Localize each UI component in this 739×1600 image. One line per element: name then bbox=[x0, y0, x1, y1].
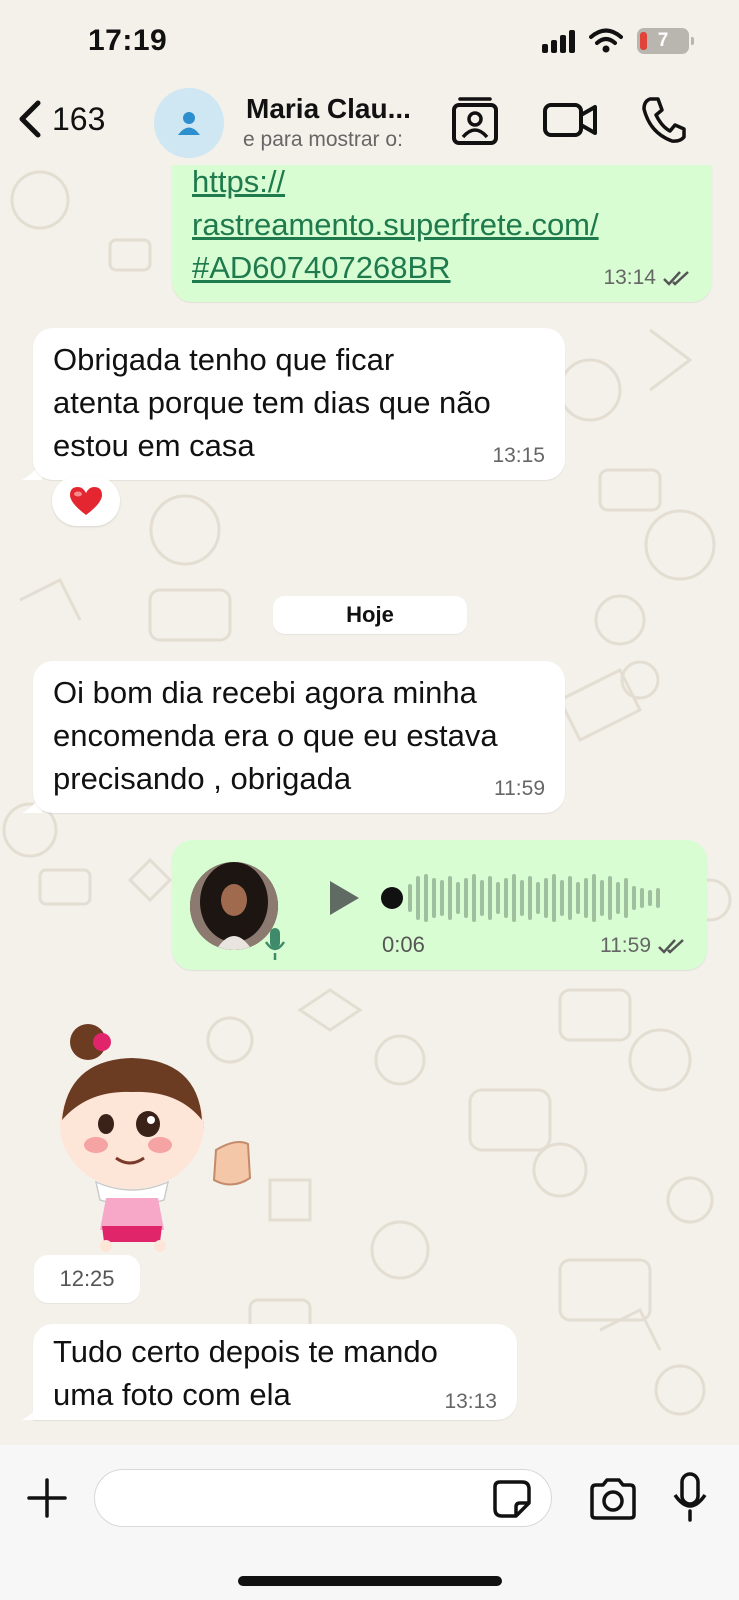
message-text-line: Oi bom dia recebi agora minha bbox=[53, 675, 477, 710]
play-button[interactable] bbox=[326, 878, 362, 918]
message-time: 11:59 bbox=[494, 777, 545, 800]
message-meta: 13:14 bbox=[603, 267, 692, 288]
status-icons: 7 bbox=[542, 28, 694, 54]
tracking-link-line-2[interactable]: rastreamento.superfrete.com/ bbox=[192, 203, 692, 246]
message-time: 11:59 bbox=[600, 934, 651, 957]
message-time: 13:13 bbox=[444, 1390, 497, 1413]
unread-count: 163 bbox=[52, 100, 106, 137]
battery-level: 7 bbox=[657, 30, 669, 51]
contact-card-icon[interactable] bbox=[450, 95, 500, 147]
message-text-line: Tudo certo depois te mando bbox=[53, 1334, 438, 1369]
message-meta: 11:59 bbox=[600, 935, 687, 956]
message-input[interactable] bbox=[94, 1469, 552, 1527]
message-incoming[interactable]: Tudo certo depois te mando uma foto com … bbox=[33, 1324, 517, 1420]
message-time: 13:14 bbox=[603, 266, 656, 289]
microphone-icon bbox=[264, 928, 286, 960]
home-indicator bbox=[238, 1576, 502, 1586]
back-button[interactable]: 163 bbox=[16, 99, 105, 139]
message-text-line: Obrigada tenho que ficar bbox=[53, 342, 395, 377]
chat-header: 163 Maria Clau... e para mostrar o: bbox=[0, 85, 739, 165]
message-list[interactable]: https:// rastreamento.superfrete.com/ #A… bbox=[0, 0, 739, 1600]
contact-subtitle: e para mostrar o: bbox=[243, 128, 403, 151]
double-check-icon bbox=[658, 938, 684, 954]
plus-icon[interactable] bbox=[26, 1477, 68, 1519]
status-time: 17:19 bbox=[88, 24, 168, 57]
chevron-left-icon bbox=[19, 100, 41, 138]
message-text-line: encomenda era o que eu estava bbox=[53, 718, 498, 753]
message-text-line: atenta porque tem dias que não bbox=[53, 385, 491, 420]
contact-name[interactable]: Maria Clau... bbox=[246, 93, 411, 125]
tracking-link-line-1[interactable]: https:// bbox=[192, 160, 692, 203]
sticker-icon[interactable] bbox=[492, 1479, 532, 1519]
message-outgoing-voice[interactable]: 0:06 11:59 bbox=[172, 840, 707, 970]
composer-bar bbox=[0, 1445, 739, 1600]
message-meta: 11:59 bbox=[494, 778, 545, 799]
sticker-time: 12:25 bbox=[34, 1255, 140, 1303]
double-check-icon bbox=[663, 270, 689, 286]
message-meta: 13:15 bbox=[492, 445, 545, 466]
status-bar: 17:19 7 bbox=[0, 0, 739, 85]
heart-icon bbox=[70, 487, 102, 515]
message-incoming[interactable]: Oi bom dia recebi agora minha encomenda … bbox=[33, 661, 565, 813]
voice-waveform[interactable] bbox=[380, 870, 670, 926]
wifi-icon bbox=[589, 28, 623, 53]
camera-icon[interactable] bbox=[588, 1477, 638, 1521]
sticker-image[interactable] bbox=[48, 1020, 268, 1260]
voice-duration: 0:06 bbox=[382, 932, 425, 957]
video-call-icon[interactable] bbox=[542, 95, 598, 145]
cellular-signal-icon bbox=[542, 29, 575, 53]
message-text-line: precisando , obrigada bbox=[53, 761, 352, 796]
message-text-line: estou em casa bbox=[53, 428, 255, 463]
person-icon bbox=[178, 112, 200, 135]
microphone-icon[interactable] bbox=[672, 1471, 708, 1523]
date-divider: Hoje bbox=[273, 596, 467, 634]
message-time: 13:15 bbox=[492, 444, 545, 467]
message-outgoing-link[interactable]: https:// rastreamento.superfrete.com/ #A… bbox=[172, 150, 712, 302]
message-text-line: uma foto com ela bbox=[53, 1377, 291, 1412]
voice-call-icon[interactable] bbox=[640, 95, 686, 145]
message-meta: 13:13 bbox=[444, 1391, 497, 1412]
battery-icon: 7 bbox=[637, 28, 694, 54]
reaction-badge[interactable] bbox=[52, 476, 120, 526]
contact-avatar[interactable] bbox=[154, 88, 224, 158]
message-incoming[interactable]: Obrigada tenho que ficar atenta porque t… bbox=[33, 328, 565, 480]
